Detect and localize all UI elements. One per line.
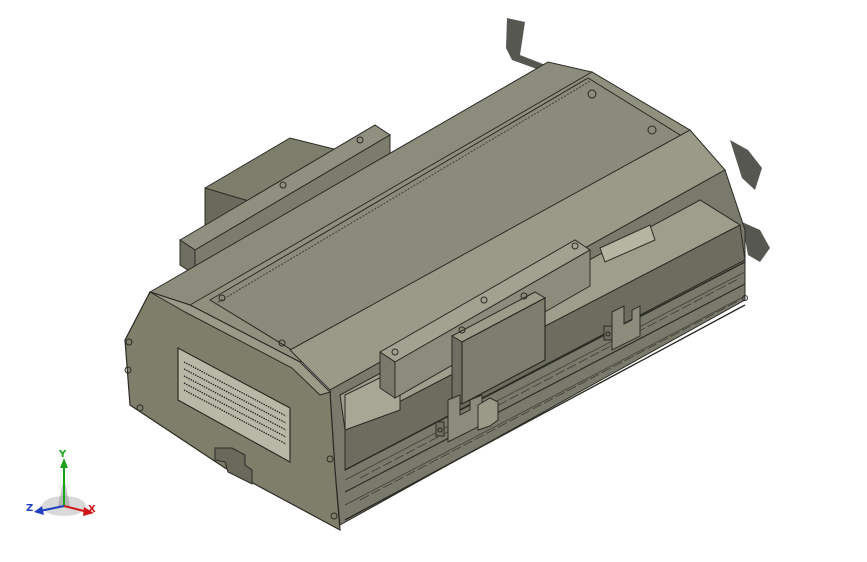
axis-label-y: Y [59,449,67,460]
axis-label-x: X [88,504,96,515]
axis-triad[interactable]: Y X Z [22,448,112,528]
triad-graphic [34,458,94,516]
axis-label-z: Z [26,503,34,514]
cad-viewport[interactable] [0,0,867,562]
